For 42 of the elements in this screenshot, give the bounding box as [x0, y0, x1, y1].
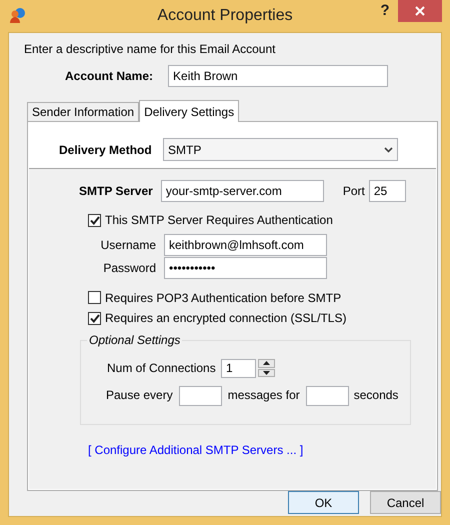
instruction-text: Enter a descriptive name for this Email Account [24, 42, 276, 56]
account-name-field[interactable]: Keith Brown [168, 65, 388, 88]
smtp-server-field[interactable]: your-smtp-server.com [160, 180, 324, 202]
checkbox[interactable] [88, 291, 101, 304]
down-arrow-icon [263, 370, 270, 375]
checkbox-label: This SMTP Server Requires Authentication [105, 213, 333, 228]
close-button[interactable] [398, 0, 442, 22]
pause-seconds-field[interactable] [306, 386, 349, 406]
delivery-method-label: Delivery Method [59, 142, 152, 158]
connections-spinner-field[interactable]: 1 [221, 358, 256, 378]
port-field[interactable]: 25 [368, 180, 406, 202]
seconds-label: seconds [354, 388, 398, 403]
configure-servers-link[interactable]: [ Configure Additional SMTP Servers ... ] [88, 442, 304, 457]
group-legend: Optional Settings [87, 332, 182, 347]
pause-label: Pause every [106, 388, 173, 403]
checkbox[interactable] [88, 214, 101, 228]
checkbox[interactable] [88, 312, 101, 325]
help-button[interactable]: ? [378, 2, 392, 20]
up-arrow-icon [263, 361, 270, 366]
username-field[interactable]: keithbrown@lmhsoft.com [164, 234, 327, 256]
delivery-method-dropdown[interactable]: SMTP [163, 138, 398, 162]
close-icon [415, 6, 425, 16]
spin-up-button[interactable] [258, 359, 275, 368]
account-name-label: Account Name: [65, 69, 154, 84]
messages-label: messages for [228, 388, 300, 403]
checkbox-label: Requires an encrypted connection (SSL/TLS) [105, 311, 346, 326]
tab[interactable]: Sender Information [27, 102, 140, 122]
smtp-server-label: SMTP Server [79, 184, 153, 199]
app-icon [9, 7, 26, 24]
connections-label: Num of Connections [107, 360, 217, 376]
window-title: Account Properties [157, 6, 293, 26]
password-label: Password [102, 260, 156, 275]
spin-down-button[interactable] [258, 368, 275, 378]
chevron-icon [384, 146, 393, 153]
username-label: Username [100, 238, 156, 252]
pause-messages-field[interactable] [178, 386, 222, 406]
ok-button[interactable]: OK [288, 491, 359, 514]
cancel-button[interactable]: Cancel [370, 491, 441, 514]
password-field[interactable]: ••••••••••• [164, 256, 327, 279]
port-label: Port [342, 184, 365, 199]
checkbox-label: Requires POP3 Authentication before SMTP [105, 290, 342, 306]
tab[interactable]: Delivery Settings [139, 100, 240, 122]
